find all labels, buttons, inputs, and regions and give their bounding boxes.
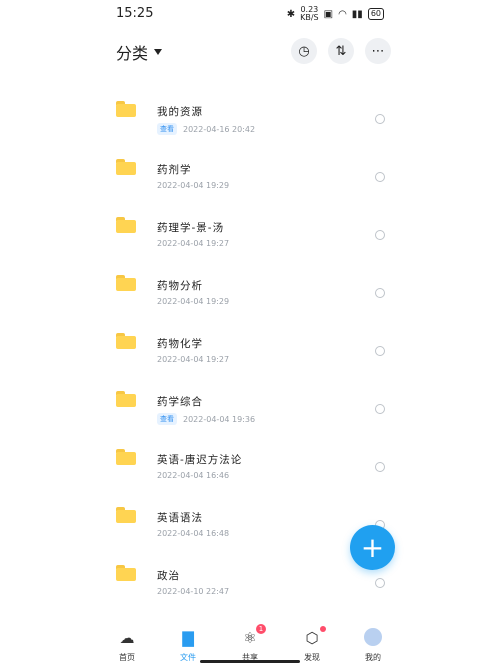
status-time: 15:25	[116, 6, 154, 21]
add-button[interactable]: +	[350, 525, 395, 570]
nav-discover-label: 发现	[304, 653, 320, 662]
more-button[interactable]: ⋯	[365, 38, 391, 64]
nav-home[interactable]: ☁ 首页	[102, 628, 152, 663]
file-name: 我的资源	[157, 106, 203, 118]
file-meta: 2022-04-04 19:27	[157, 239, 229, 248]
file-meta: 2022-04-04 16:48	[157, 529, 229, 538]
plus-icon: +	[360, 530, 385, 564]
list-item[interactable]: 英语语法 2022-04-04 16:48	[0, 494, 500, 552]
list-item[interactable]: 政治 2022-04-10 22:47	[0, 552, 500, 610]
file-date: 2022-04-04 16:48	[157, 529, 230, 538]
file-meta: 查看 2022-04-16 20:42	[157, 123, 255, 135]
cloud-icon: ☁	[119, 629, 135, 647]
list-item[interactable]: 我的资源 查看 2022-04-16 20:42	[0, 88, 500, 146]
file-date: 2022-04-04 19:27	[157, 239, 230, 248]
file-meta: 2022-04-10 22:47	[157, 587, 229, 596]
folder-icon	[116, 565, 136, 581]
file-meta: 2022-04-04 16:46	[157, 471, 229, 480]
list-item[interactable]: 药剂学 2022-04-04 19:29	[0, 146, 500, 204]
select-radio[interactable]	[375, 172, 385, 182]
view-tag: 查看	[157, 413, 177, 425]
list-item[interactable]: 药理学-景-汤 2022-04-04 19:27	[0, 204, 500, 262]
category-dropdown[interactable]: 分类	[116, 40, 163, 64]
discover-dot	[320, 626, 326, 632]
view-tag: 查看	[157, 123, 177, 135]
share-badge: 1	[256, 624, 266, 634]
more-icon: ⋯	[371, 43, 385, 59]
nav-mine[interactable]: 我的	[348, 628, 398, 663]
wifi-icon: ◠	[338, 8, 347, 20]
list-item[interactable]: 英语-唐迟方法论 2022-04-04 16:46	[0, 436, 500, 494]
avatar-icon	[363, 628, 383, 648]
history-button[interactable]: ◷	[291, 38, 317, 64]
list-item[interactable]: 药学综合 查看 2022-04-04 19:36	[0, 378, 500, 436]
file-meta: 2022-04-04 19:29	[157, 181, 229, 190]
battery-icon: 60	[367, 8, 384, 20]
caret-down-icon	[154, 49, 163, 55]
select-radio[interactable]	[375, 578, 385, 588]
file-name: 政治	[157, 570, 180, 582]
folder-icon	[116, 101, 136, 117]
select-radio[interactable]	[375, 114, 385, 124]
atom-icon: ⚛ 1	[240, 624, 266, 648]
file-date: 2022-04-04 16:46	[157, 471, 230, 480]
sort-button[interactable]: ⇅	[328, 38, 354, 64]
sort-icon: ⇅	[335, 43, 347, 59]
file-date: 2022-04-04 19:36	[183, 414, 256, 424]
file-date: 2022-04-10 22:47	[157, 587, 230, 596]
home-indicator	[200, 660, 300, 663]
bluetooth-icon: ✱	[286, 8, 296, 20]
network-speed-unit: KB/S	[300, 13, 319, 22]
file-name: 药物分析	[157, 280, 203, 292]
folder-tab-icon: ▇	[182, 629, 194, 647]
nfc-icon: ▣	[323, 8, 334, 20]
avatar	[364, 628, 382, 646]
history-icon: ◷	[298, 43, 310, 59]
nav-files-label: 文件	[180, 653, 196, 662]
page-title: 分类	[116, 44, 149, 63]
file-meta: 2022-04-04 19:27	[157, 355, 229, 364]
file-date: 2022-04-16 20:42	[183, 124, 256, 134]
file-name: 英语语法	[157, 512, 203, 524]
list-item[interactable]: 药物化学 2022-04-04 19:27	[0, 320, 500, 378]
file-date: 2022-04-04 19:29	[157, 297, 230, 306]
network-speed: 0.23 KB/S	[300, 6, 319, 22]
file-name: 药理学-景-汤	[157, 222, 225, 234]
nav-discover[interactable]: ⬡ 发现	[287, 626, 337, 663]
folder-icon	[116, 275, 136, 291]
signal-icon: ▮▮	[351, 8, 363, 20]
folder-icon	[116, 217, 136, 233]
status-icons: ✱ 0.23 KB/S ▣ ◠ ▮▮ 60	[287, 6, 384, 22]
app-header: 分类 ◷ ⇅ ⋯	[0, 32, 500, 72]
folder-icon	[116, 507, 136, 523]
file-meta: 2022-04-04 19:29	[157, 297, 229, 306]
select-radio[interactable]	[375, 288, 385, 298]
select-radio[interactable]	[375, 404, 385, 414]
select-radio[interactable]	[375, 230, 385, 240]
file-name: 英语-唐迟方法论	[157, 454, 243, 466]
file-date: 2022-04-04 19:29	[157, 181, 230, 190]
nav-share[interactable]: ⚛ 1 共享	[225, 624, 275, 663]
file-name: 药剂学	[157, 164, 192, 176]
file-name: 药物化学	[157, 338, 203, 350]
select-radio[interactable]	[375, 346, 385, 356]
nav-home-label: 首页	[119, 653, 135, 662]
select-radio[interactable]	[375, 462, 385, 472]
file-name: 药学综合	[157, 396, 203, 408]
discover-icon: ⬡	[302, 626, 326, 648]
folder-icon	[116, 391, 136, 407]
folder-icon	[116, 159, 136, 175]
file-meta: 查看 2022-04-04 19:36	[157, 413, 255, 425]
folder-icon	[116, 449, 136, 465]
nav-mine-label: 我的	[365, 653, 381, 662]
file-date: 2022-04-04 19:27	[157, 355, 230, 364]
list-item[interactable]: 药物分析 2022-04-04 19:29	[0, 262, 500, 320]
nav-files[interactable]: ▇ 文件	[163, 628, 213, 663]
status-bar: 15:25 ✱ 0.23 KB/S ▣ ◠ ▮▮ 60	[0, 0, 500, 28]
folder-icon	[116, 333, 136, 349]
